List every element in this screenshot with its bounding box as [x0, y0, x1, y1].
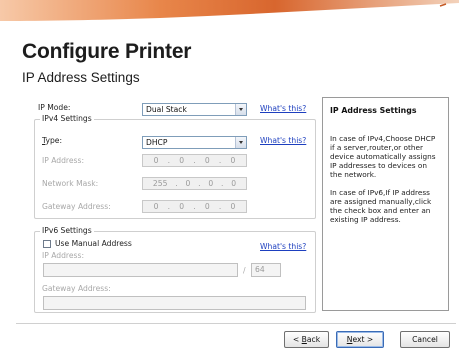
octet-3: 0	[204, 156, 210, 165]
info-paragraph-ipv6: In case of IPv6,If IP address are assign…	[330, 188, 432, 224]
octet-1: 0	[153, 156, 159, 165]
use-manual-address-label: Use Manual Address	[55, 239, 132, 248]
octet-4: 0	[230, 156, 236, 165]
ipv6-help-link[interactable]: What's this?	[260, 242, 306, 251]
ipv4-group-title: IPv4 Settings	[40, 114, 94, 123]
ip-mode-select[interactable]: Dual Stack	[142, 103, 247, 116]
ipv4-ip-address-field[interactable]: 0. 0. 0. 0	[142, 154, 247, 167]
chevron-down-icon[interactable]	[235, 137, 246, 148]
ip-mode-help-link[interactable]: What's this?	[260, 104, 306, 113]
ipv6-group-title: IPv6 Settings	[40, 226, 94, 235]
ipv4-type-select[interactable]: DHCP	[142, 136, 247, 149]
use-manual-address-checkbox[interactable]	[43, 240, 51, 248]
octet-3: 0	[208, 179, 214, 188]
octet-1: 255	[152, 179, 168, 188]
ipv4-netmask-label: Network Mask:	[42, 179, 99, 188]
octet-2: 0	[185, 179, 191, 188]
octet-3: 0	[204, 202, 210, 211]
ip-mode-value: Dual Stack	[146, 105, 187, 114]
ipv6-ip-address-field[interactable]	[43, 263, 238, 277]
help-info-panel: IP Address Settings In case of IPv4,Choo…	[322, 97, 449, 311]
octet-4: 0	[230, 202, 236, 211]
ipv4-ip-address-label: IP Address:	[42, 156, 85, 165]
ipv4-gateway-field[interactable]: 0. 0. 0. 0	[142, 200, 247, 213]
footer-divider	[16, 323, 456, 324]
octet-2: 0	[179, 156, 185, 165]
octet-4: 0	[231, 179, 237, 188]
ipv6-gateway-field[interactable]	[43, 296, 306, 310]
octet-2: 0	[179, 202, 185, 211]
page-title: Configure Printer	[22, 40, 192, 63]
ipv4-netmask-field[interactable]: 255. 0. 0. 0	[142, 177, 247, 190]
page-subtitle: IP Address Settings	[22, 70, 140, 85]
info-paragraph-ipv4: In case of IPv4,Choose DHCP if a server,…	[330, 134, 436, 179]
ipv6-gateway-label: Gateway Address:	[42, 284, 111, 293]
ipv4-help-link[interactable]: What's this?	[260, 136, 306, 145]
ipv6-prefix-field[interactable]: 64	[251, 263, 281, 277]
octet-1: 0	[153, 202, 159, 211]
back-button[interactable]: < Back	[284, 331, 329, 348]
ipv4-type-value: DHCP	[146, 138, 168, 147]
ip-mode-label: IP Mode:	[38, 103, 71, 112]
next-button[interactable]: Next >	[336, 331, 384, 348]
info-title: IP Address Settings	[330, 106, 417, 115]
prefix-separator: /	[243, 266, 246, 275]
cancel-button[interactable]: Cancel	[400, 331, 450, 348]
chevron-down-icon[interactable]	[235, 104, 246, 115]
ipv4-gateway-label: Gateway Address:	[42, 202, 111, 211]
ipv4-type-label: Type:	[42, 136, 63, 145]
ipv6-ip-address-label: IP Address:	[42, 251, 85, 260]
header-swoosh	[0, 0, 459, 22]
